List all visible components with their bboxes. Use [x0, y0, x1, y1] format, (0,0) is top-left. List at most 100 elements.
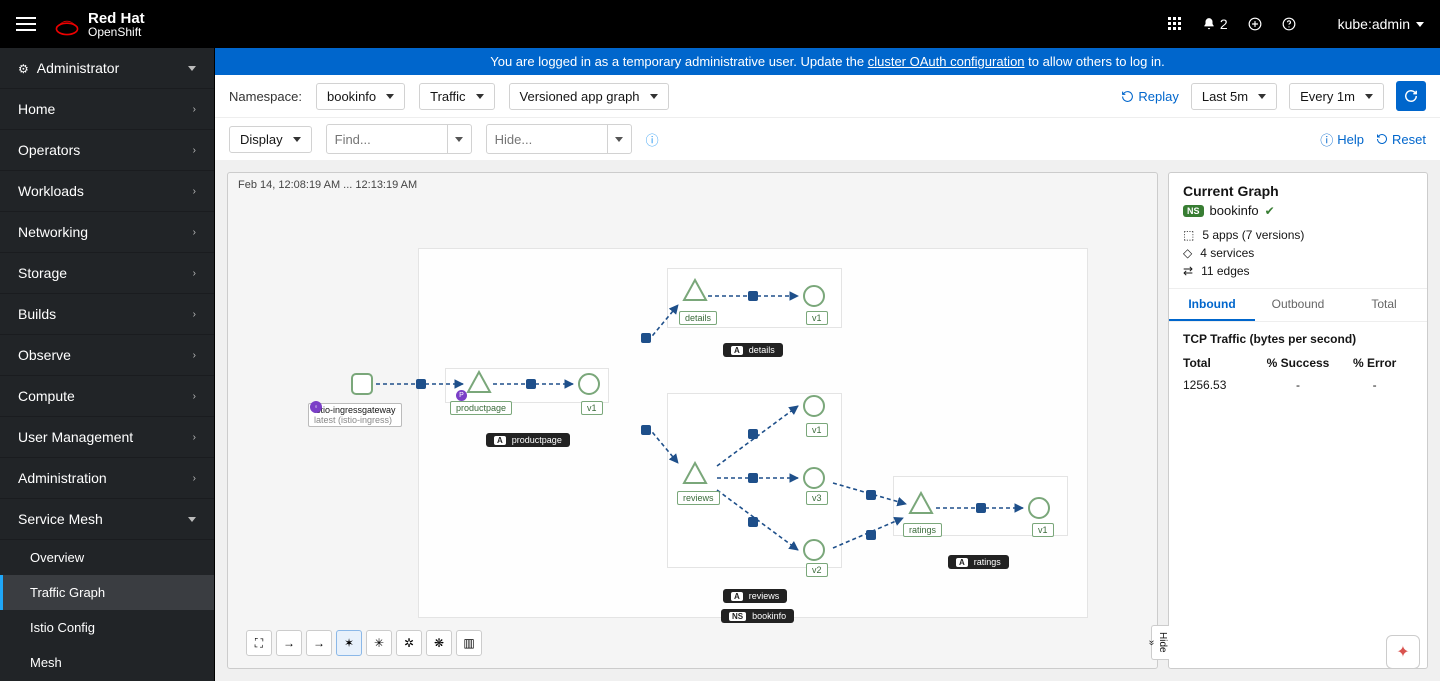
perspective-switcher[interactable]: ⚙Administrator	[0, 48, 214, 89]
services-icon: ◇	[1183, 246, 1192, 260]
metric-row: 1256.53 - -	[1169, 374, 1427, 396]
traffic-dropdown[interactable]: Traffic	[419, 83, 494, 110]
namespace-dropdown[interactable]: bookinfo	[316, 83, 405, 110]
ns-badge: NS	[1183, 205, 1204, 217]
node-productpage-svc[interactable]	[466, 370, 492, 394]
graph-canvas[interactable]: Feb 14, 12:08:19 AM ... 12:13:19 AM	[227, 172, 1158, 669]
sidebar-item-networking[interactable]: Networking›	[0, 212, 214, 253]
productpage-badge-icon: P	[456, 390, 467, 401]
toolbar-secondary: Display ⓘ ⓘ Help Reset	[215, 117, 1440, 160]
node-details-v1[interactable]	[803, 285, 825, 307]
find-help-icon[interactable]: ⓘ	[646, 130, 659, 149]
sidebar-item-workloads[interactable]: Workloads›	[0, 171, 214, 212]
help-link[interactable]: ⓘ Help	[1320, 130, 1364, 149]
layout-default-button[interactable]: ✶	[336, 630, 362, 656]
tab-total[interactable]: Total	[1341, 289, 1427, 321]
hamburger-menu-button[interactable]	[16, 14, 36, 34]
sidebar-item-istio-config[interactable]: Istio Config	[0, 610, 214, 645]
kiali-logo-button[interactable]: ✦	[1386, 635, 1420, 669]
node-ratings-v1[interactable]	[1028, 497, 1050, 519]
namespace-label: Namespace:	[229, 89, 302, 104]
topbar: Red HatOpenShift 2 kube:admin	[0, 0, 1440, 48]
sidebar-item-overview[interactable]: Overview	[0, 540, 214, 575]
caret-down-icon	[386, 94, 394, 99]
metric-title: TCP Traffic (bytes per second)	[1169, 322, 1427, 352]
ratings-v1-label: v1	[1032, 523, 1054, 537]
user-menu[interactable]: kube:admin	[1338, 16, 1424, 32]
redhat-fedora-icon	[54, 11, 80, 37]
layout-3-button[interactable]: ❋	[426, 630, 452, 656]
zoom-out-button[interactable]: →	[306, 630, 332, 656]
find-input[interactable]	[326, 124, 472, 154]
main-content: You are logged in as a temporary adminis…	[215, 48, 1440, 681]
chevron-right-icon: ›	[193, 473, 196, 484]
gateway-badge-icon: ◦	[310, 401, 322, 413]
oauth-config-link[interactable]: cluster OAuth configuration	[868, 54, 1025, 69]
sidebar-item-mesh[interactable]: Mesh	[0, 645, 214, 680]
reviews-label: reviews	[677, 491, 720, 505]
chevron-down-icon	[188, 517, 196, 522]
fit-view-button[interactable]: ⛶	[246, 630, 272, 656]
add-button[interactable]	[1248, 17, 1262, 31]
graph-type-dropdown[interactable]: Versioned app graph	[509, 83, 669, 110]
layout-1-button[interactable]: ✳	[366, 630, 392, 656]
sidebar-item-builds[interactable]: Builds›	[0, 294, 214, 335]
refresh-interval-dropdown[interactable]: Every 1m	[1289, 83, 1384, 110]
node-reviews-svc[interactable]	[682, 461, 708, 485]
node-reviews-v1[interactable]	[803, 395, 825, 417]
apps-grid-icon[interactable]	[1168, 17, 1182, 31]
node-productpage-v1[interactable]	[578, 373, 600, 395]
sidebar-item-home[interactable]: Home›	[0, 89, 214, 130]
refresh-button[interactable]	[1396, 81, 1426, 111]
hide-input[interactable]	[486, 124, 632, 154]
chevron-right-icon: ›	[193, 309, 196, 320]
pill-details: Adetails	[723, 343, 783, 357]
replay-button[interactable]: Replay	[1121, 89, 1178, 104]
tab-outbound[interactable]: Outbound	[1255, 289, 1341, 321]
tab-inbound[interactable]: Inbound	[1169, 289, 1255, 321]
hide-panel-toggle[interactable]: Hide»	[1151, 625, 1169, 660]
side-panel: Current Graph NS bookinfo ✔ ⬚5 apps (7 v…	[1168, 172, 1428, 669]
node-ratings-svc[interactable]	[908, 491, 934, 515]
caret-down-icon	[1365, 94, 1373, 99]
time-range-dropdown[interactable]: Last 5m	[1191, 83, 1277, 110]
notif-count: 2	[1220, 16, 1228, 32]
chevron-right-icon: ›	[193, 391, 196, 402]
chevron-right-icon: ›	[193, 104, 196, 115]
sidebar-item-user-management[interactable]: User Management›	[0, 417, 214, 458]
sidebar-item-storage[interactable]: Storage›	[0, 253, 214, 294]
sidebar-item-compute[interactable]: Compute›	[0, 376, 214, 417]
sidebar-item-observe[interactable]: Observe›	[0, 335, 214, 376]
node-reviews-v3[interactable]	[803, 467, 825, 489]
find-dropdown-toggle[interactable]	[447, 125, 471, 153]
reviews-v3-label: v3	[806, 491, 828, 505]
reset-link[interactable]: Reset	[1376, 132, 1426, 147]
brand-line2: OpenShift	[88, 25, 141, 39]
zoom-in-button[interactable]: →	[276, 630, 302, 656]
panel-tabs: Inbound Outbound Total	[1169, 288, 1427, 322]
legend-button[interactable]: ▥	[456, 630, 482, 656]
sidebar-item-administration[interactable]: Administration›	[0, 458, 214, 499]
gateway-label: istio-ingressgateway latest (istio-ingre…	[308, 403, 402, 427]
display-dropdown[interactable]: Display	[229, 126, 312, 153]
apps-icon: ⬚	[1183, 228, 1194, 242]
node-reviews-v2[interactable]	[803, 539, 825, 561]
sidebar-item-operators[interactable]: Operators›	[0, 130, 214, 171]
chevron-right-icon: ›	[193, 350, 196, 361]
productpage-label: productpage	[450, 401, 512, 415]
notifications-button[interactable]: 2	[1202, 16, 1228, 32]
sidebar: ⚙Administrator Home› Operators› Workload…	[0, 48, 215, 681]
caret-down-icon	[1416, 22, 1424, 27]
layout-2-button[interactable]: ✲	[396, 630, 422, 656]
chevron-right-icon: ›	[193, 186, 196, 197]
chevron-right-icon: ›	[193, 432, 196, 443]
hide-dropdown-toggle[interactable]	[607, 125, 631, 153]
sidebar-item-traffic-graph[interactable]: Traffic Graph	[0, 575, 214, 610]
gear-icon: ⚙	[18, 62, 29, 76]
node-details-svc[interactable]	[682, 278, 708, 302]
edges-stat: 11 edges	[1201, 264, 1250, 278]
sidebar-item-service-mesh[interactable]: Service Mesh	[0, 499, 214, 540]
toolbar-primary: Namespace: bookinfo Traffic Versioned ap…	[215, 75, 1440, 117]
node-gateway[interactable]	[351, 373, 373, 395]
help-button[interactable]	[1282, 17, 1296, 31]
